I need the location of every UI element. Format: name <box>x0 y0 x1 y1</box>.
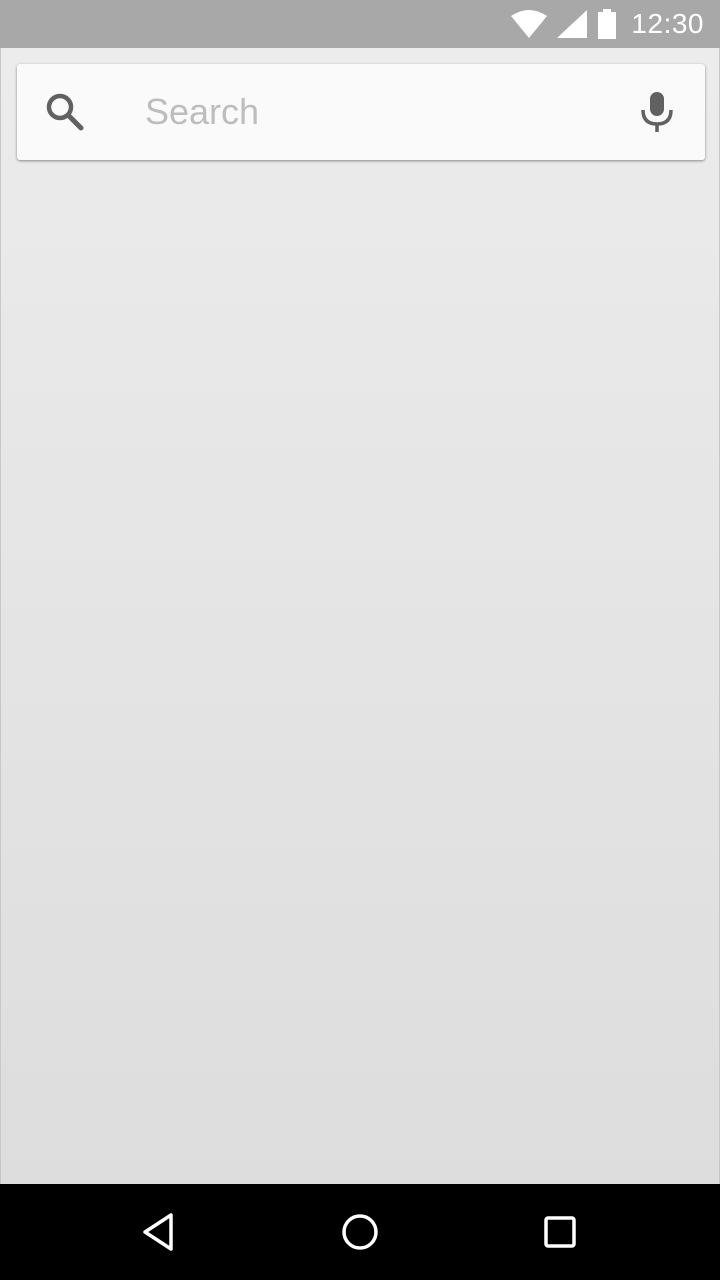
mic-icon[interactable] <box>637 90 677 134</box>
wifi-icon <box>511 10 548 38</box>
main-content <box>0 48 720 1184</box>
recents-icon[interactable] <box>536 1208 584 1256</box>
search-icon[interactable] <box>45 92 85 132</box>
search-input[interactable] <box>145 88 605 136</box>
status-time: 12:30 <box>631 8 704 39</box>
cellular-signal-icon <box>557 10 588 38</box>
navigation-bar <box>0 1184 720 1280</box>
search-bar[interactable] <box>17 64 705 160</box>
battery-icon <box>597 9 617 39</box>
back-icon[interactable] <box>136 1208 184 1256</box>
status-bar: 12:30 <box>0 0 720 48</box>
home-icon[interactable] <box>336 1208 384 1256</box>
